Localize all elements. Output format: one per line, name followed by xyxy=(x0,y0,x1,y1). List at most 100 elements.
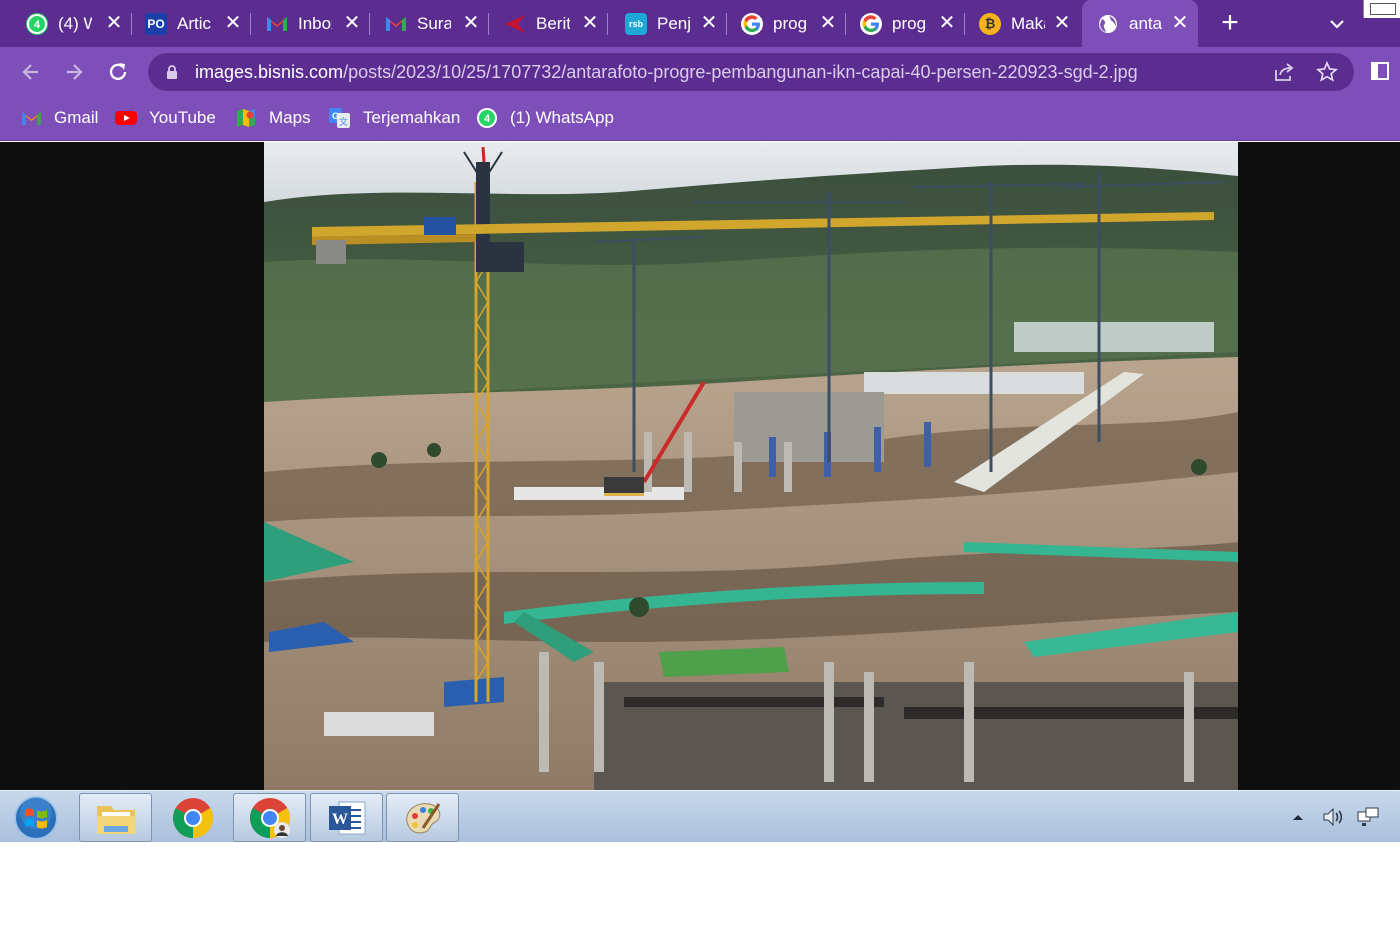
maps-icon xyxy=(235,108,257,128)
bookmark-translate[interactable]: G文 Terjemahkan xyxy=(329,106,460,130)
gmail-icon xyxy=(266,13,288,35)
tab-title: progress xyxy=(773,13,807,33)
chrome-icon xyxy=(249,797,290,838)
start-button[interactable] xyxy=(12,795,60,841)
construction-site-photo[interactable] xyxy=(264,142,1238,790)
bookmark-label: Gmail xyxy=(54,108,99,127)
network-button[interactable] xyxy=(1355,805,1381,829)
tab-inbox[interactable]: Inbox ✕ xyxy=(252,0,370,47)
url-path: /posts/2023/10/25/1707732/antarafoto-pro… xyxy=(343,62,1138,82)
window-restore-button[interactable] xyxy=(1363,0,1400,18)
close-icon[interactable]: ✕ xyxy=(699,12,719,34)
bookmark-youtube[interactable]: YouTube xyxy=(115,106,216,130)
gmail-icon xyxy=(20,108,42,128)
svg-text:W: W xyxy=(332,811,348,828)
tab-title: antarafoto xyxy=(1129,13,1163,33)
tab-title: progress xyxy=(892,13,926,33)
reload-button[interactable] xyxy=(103,57,133,87)
youtube-icon xyxy=(115,108,137,128)
share-icon[interactable] xyxy=(1272,60,1296,84)
tab-title: Makalah xyxy=(1011,13,1045,33)
star-icon[interactable] xyxy=(1315,60,1339,84)
whatsapp-icon: 4 xyxy=(26,12,48,35)
lock-icon[interactable] xyxy=(166,65,178,79)
forward-button[interactable] xyxy=(59,57,89,87)
url-text[interactable]: images.bisnis.com/posts/2023/10/25/17077… xyxy=(195,62,1138,83)
google-icon xyxy=(860,12,882,35)
tab-title: Surat xyxy=(417,13,451,33)
palette-icon xyxy=(405,802,440,833)
bookmark-maps[interactable]: Maps xyxy=(235,106,311,130)
toolbar: images.bisnis.com/posts/2023/10/25/17077… xyxy=(0,47,1400,97)
tab-makalah[interactable]: ₿ Makalah ✕ xyxy=(966,0,1080,47)
whatsapp-icon: 4 xyxy=(476,108,498,128)
google-icon xyxy=(741,12,763,35)
bookmark-label: Maps xyxy=(269,108,311,127)
word-icon: W xyxy=(328,801,365,834)
tab-whatsapp[interactable]: 4 (4) W ✕ xyxy=(14,0,132,47)
bookmark-gmail[interactable]: Gmail xyxy=(20,106,98,130)
tab-berita[interactable]: Berita ✕ xyxy=(490,0,608,47)
taskbar-explorer[interactable] xyxy=(79,793,152,842)
speaker-icon xyxy=(1323,807,1343,827)
tab-title: Inbox xyxy=(298,13,332,33)
chrome-icon xyxy=(172,797,213,838)
arrow-left-icon xyxy=(22,64,38,80)
taskbar-word[interactable]: W xyxy=(310,793,383,842)
image-viewer xyxy=(0,142,1400,790)
reload-icon xyxy=(109,63,127,80)
bookmarks-bar: Gmail YouTube Maps G文 Terjemahkan 4 (1) … xyxy=(0,97,1400,141)
windows-taskbar: W xyxy=(0,790,1400,842)
tab-articles[interactable]: PO Articles ✕ xyxy=(133,0,251,47)
svg-text:文: 文 xyxy=(339,116,348,127)
tab-title: Berita xyxy=(536,13,570,33)
chevron-up-icon xyxy=(1293,815,1303,820)
close-icon[interactable]: ✕ xyxy=(937,12,957,34)
svg-text:G: G xyxy=(332,111,339,121)
tab-title: Articles xyxy=(177,13,211,33)
show-hidden-icons-button[interactable] xyxy=(1288,805,1308,829)
arrow-right-icon xyxy=(67,64,83,80)
tab-antarafoto[interactable]: antarafoto ✕ xyxy=(1082,0,1198,47)
close-icon[interactable]: ✕ xyxy=(342,12,362,34)
news-icon xyxy=(504,13,526,35)
back-button[interactable] xyxy=(16,57,46,87)
bookmark-label: (1) WhatsApp xyxy=(510,108,614,127)
svg-text:4: 4 xyxy=(34,19,41,31)
rsb-icon: rsb xyxy=(625,12,647,35)
address-bar[interactable]: images.bisnis.com/posts/2023/10/25/17077… xyxy=(148,53,1354,91)
tab-progress-1[interactable]: progress ✕ xyxy=(728,0,846,47)
url-host: images.bisnis.com xyxy=(195,62,344,82)
taskbar-paint[interactable] xyxy=(386,793,459,842)
svg-text:4: 4 xyxy=(484,113,491,125)
side-panel-icon[interactable] xyxy=(1370,61,1390,81)
tab-strip: 4 (4) W ✕ PO Articles ✕ Inbox ✕ Surat ✕ … xyxy=(0,0,1400,47)
close-icon[interactable]: ✕ xyxy=(580,12,600,34)
gmail-icon xyxy=(385,13,407,35)
tab-title: (4) W xyxy=(58,13,92,33)
close-icon[interactable]: ✕ xyxy=(1170,12,1190,34)
taskbar-chrome[interactable] xyxy=(156,793,229,842)
windows-logo-icon xyxy=(14,796,58,840)
network-icon xyxy=(1357,807,1379,826)
taskbar-chrome-profile[interactable] xyxy=(233,793,306,842)
close-icon[interactable]: ✕ xyxy=(1052,12,1072,34)
globe-icon xyxy=(1097,13,1119,35)
tab-surat[interactable]: Surat ✕ xyxy=(371,0,489,47)
tab-progress-2[interactable]: progress ✕ xyxy=(847,0,965,47)
volume-button[interactable] xyxy=(1320,805,1346,829)
close-icon[interactable]: ✕ xyxy=(104,12,124,34)
tab-penjelasan[interactable]: rsb Penjelasan ✕ xyxy=(609,0,727,47)
bookmark-label: Terjemahkan xyxy=(363,108,461,127)
close-icon[interactable]: ✕ xyxy=(461,12,481,34)
tab-search-button[interactable] xyxy=(1324,12,1350,36)
close-icon[interactable]: ✕ xyxy=(818,12,838,34)
bookmark-whatsapp[interactable]: 4 (1) WhatsApp xyxy=(476,106,614,130)
bookmark-label: YouTube xyxy=(149,108,216,127)
tab-title: Penjelasan xyxy=(657,13,691,33)
new-tab-button[interactable]: + xyxy=(1214,8,1246,40)
bitcoin-icon: ₿ xyxy=(979,12,1001,35)
close-icon[interactable]: ✕ xyxy=(223,12,243,34)
translate-icon: G文 xyxy=(329,108,351,128)
po-icon: PO xyxy=(145,12,167,35)
